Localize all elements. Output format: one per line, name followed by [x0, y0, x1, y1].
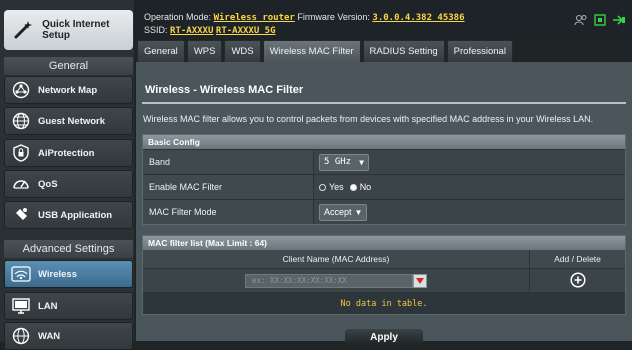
empty-table-message: No data in table. [143, 292, 625, 314]
apply-button[interactable]: Apply [345, 329, 423, 345]
firmware-label: Firmware Version: [297, 12, 370, 22]
sidebar-item-label: Wireless [38, 268, 77, 280]
guest-network-icon [10, 111, 32, 131]
ssid-line: SSID: RT-AXXXU RT-AXXXU_5G [144, 25, 276, 36]
sidebar-item-wan[interactable]: WAN [4, 322, 133, 350]
radio-unchecked-icon [319, 183, 326, 191]
top-header: Operation Mode: Wireless router Firmware… [134, 0, 632, 40]
band-row: Band 5 GHz ▼ [143, 149, 625, 174]
basic-config-table: Basic Config Band 5 GHz ▼ Enable MAC Fil… [142, 134, 626, 225]
tab-wds[interactable]: WDS [224, 40, 261, 62]
mac-filter-list-header: MAC filter list (Max Limit : 64) [143, 236, 625, 250]
mac-filter-mode-row: MAC Filter Mode Accept ▼ [143, 199, 625, 224]
sidebar-item-label: Network Map [38, 84, 98, 96]
ssid-label: SSID: [144, 25, 168, 35]
band-select[interactable]: 5 GHz ▼ [319, 153, 369, 171]
sidebar-item-label: AiProtection [38, 147, 95, 159]
enable-mac-filter-label: Enable MAC Filter [143, 175, 313, 199]
mac-filter-mode-label: MAC Filter Mode [143, 200, 313, 224]
sidebar-item-label: Guest Network [38, 115, 106, 127]
client-name-column: Client Name (MAC Address) [282, 254, 390, 264]
op-mode-label: Operation Mode: [144, 12, 212, 22]
radio-checked-icon [349, 183, 357, 191]
ssid-link-5g[interactable]: RT-AXXXU_5G [216, 26, 276, 36]
wand-icon [12, 19, 36, 41]
sidebar-item-label: WAN [38, 330, 61, 342]
tab-professional[interactable]: Professional [446, 40, 513, 62]
enable-mac-filter-row: Enable MAC Filter Yes No [143, 174, 625, 199]
enable-no-radio[interactable]: No [349, 182, 371, 192]
client-list-dropdown[interactable] [413, 273, 427, 288]
op-mode-link[interactable]: Wireless router [214, 13, 295, 23]
content-panel: Wireless - Wireless MAC Filter Wireless … [136, 62, 632, 345]
page-description: Wireless MAC filter allows you to contro… [143, 114, 594, 124]
status-icons [574, 14, 626, 28]
mac-filter-mode-select[interactable]: Accept ▼ [319, 203, 368, 221]
sidebar-item-label: LAN [38, 300, 58, 312]
monitor-icon [10, 296, 32, 316]
mac-list-columns: Client Name (MAC Address) Add / Delete [143, 250, 625, 268]
usb-icon[interactable] [594, 14, 606, 28]
sidebar-item-usb-application[interactable]: USB Application [4, 201, 133, 229]
tab-wireless-mac-filter[interactable]: Wireless MAC Filter [262, 40, 361, 62]
tab-general[interactable]: General [137, 40, 185, 62]
network-map-icon [10, 80, 32, 100]
page-title: Wireless - Wireless MAC Filter [145, 84, 304, 96]
operation-mode-line: Operation Mode: Wireless router Firmware… [144, 12, 465, 23]
speedometer-icon [10, 174, 32, 194]
chevron-down-icon: ▼ [359, 157, 364, 167]
mac-filter-list-table: MAC filter list (Max Limit : 64) Client … [142, 235, 626, 315]
mac-input-row: ex: XX:XX:XX:XX:XX:XX [143, 268, 625, 292]
chevron-down-icon: ▼ [354, 207, 363, 217]
tab-bar: General WPS WDS Wireless MAC Filter RADI… [137, 40, 515, 62]
mac-address-input[interactable]: ex: XX:XX:XX:XX:XX:XX [245, 273, 413, 288]
globe-icon [10, 326, 32, 346]
sidebar-item-label: QoS [38, 178, 58, 190]
network-status-icon[interactable] [612, 14, 626, 28]
sidebar: Quick Internet Setup General Network Map… [0, 0, 134, 350]
puzzle-icon [10, 205, 32, 225]
user-group-icon[interactable] [574, 14, 588, 28]
sidebar-item-network-map[interactable]: Network Map [4, 76, 133, 104]
add-delete-column: Add / Delete [529, 250, 625, 268]
sidebar-item-qos[interactable]: QoS [4, 170, 133, 198]
band-label: Band [143, 150, 313, 174]
sidebar-item-guest-network[interactable]: Guest Network [4, 107, 133, 135]
ssid-link-24g[interactable]: RT-AXXXU [170, 26, 213, 36]
quick-internet-setup-button[interactable]: Quick Internet Setup [4, 10, 133, 50]
firmware-link[interactable]: 3.0.0.4.382_45386 [372, 13, 464, 23]
basic-config-header: Basic Config [143, 135, 625, 149]
sidebar-item-label: USB Application [38, 209, 113, 221]
tab-wps[interactable]: WPS [186, 40, 223, 62]
enable-yes-radio[interactable]: Yes [319, 182, 344, 192]
quick-setup-label: Quick Internet Setup [42, 19, 110, 41]
title-divider [142, 102, 626, 104]
sidebar-item-aiprotection[interactable]: AiProtection [4, 139, 133, 167]
sidebar-item-wireless[interactable]: Wireless [4, 260, 133, 288]
shield-lock-icon [10, 143, 32, 163]
advanced-section-label: Advanced Settings [4, 240, 133, 258]
dropdown-arrow-icon [416, 277, 424, 284]
general-section-label: General [4, 57, 133, 75]
sidebar-item-lan[interactable]: LAN [4, 292, 133, 320]
add-icon[interactable] [569, 271, 586, 290]
tab-radius-setting[interactable]: RADIUS Setting [362, 40, 445, 62]
wifi-icon [10, 264, 32, 284]
